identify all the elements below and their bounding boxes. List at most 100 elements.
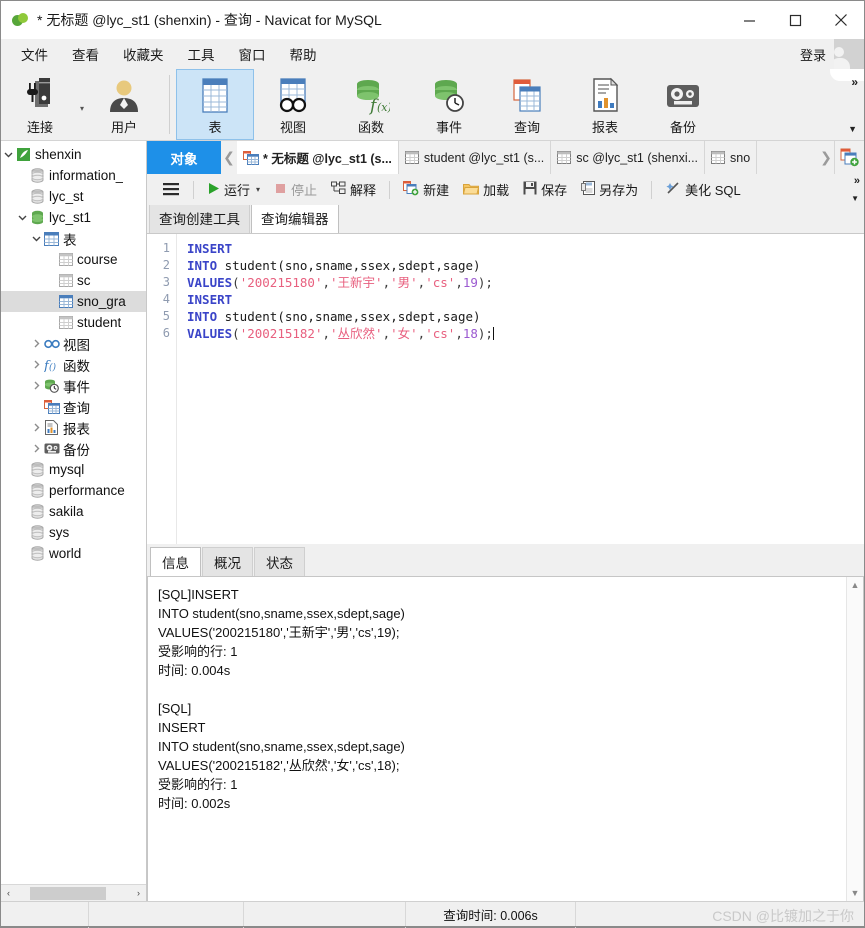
code-token-str: '200215182' [239, 326, 323, 341]
ribbon-button-query[interactable]: 查询 [488, 69, 566, 140]
scroll-right-icon[interactable]: › [131, 888, 146, 898]
ribbon-button-connection[interactable]: 连接 [1, 74, 79, 136]
tree-node-label: 备份 [63, 442, 90, 458]
chevron-double-right-icon[interactable]: » [851, 75, 858, 89]
beautify-sql-button[interactable]: 美化 SQL [658, 178, 748, 201]
ribbon-button-report[interactable]: 报表 [566, 69, 644, 140]
tree-node-sakila[interactable]: sakila [1, 501, 146, 522]
menu-item-view[interactable]: 查看 [60, 41, 111, 67]
code-line: INTO student(sno,sname,ssex,sdept,sage) [187, 308, 864, 325]
tree-node-world[interactable]: world [1, 543, 146, 564]
tree-node-mysql[interactable]: mysql [1, 459, 146, 480]
maximize-icon[interactable] [772, 1, 818, 39]
close-icon[interactable] [818, 1, 864, 39]
chevron-down-icon[interactable] [29, 234, 43, 243]
query-icon [43, 399, 60, 414]
tree-node-student[interactable]: student [1, 312, 146, 333]
tree-node-course[interactable]: course [1, 249, 146, 270]
scroll-left-icon[interactable]: ‹ [1, 888, 16, 898]
tab-status[interactable]: 状态 [254, 547, 305, 576]
tree-node--[interactable]: 报表 [1, 417, 146, 438]
tab-information[interactable]: 信息 [150, 547, 201, 576]
tree-node--[interactable]: 表 [1, 228, 146, 249]
line-number: 6 [162, 326, 170, 340]
beautify-sql-label: 美化 SQL [685, 183, 741, 198]
results-tabs: 信息 概况 状态 [147, 547, 864, 576]
tree-node-lyc_st[interactable]: lyc_st [1, 186, 146, 207]
watermark: CSDN @比镀加之于你 [712, 908, 854, 924]
chevron-down-icon[interactable]: ▾ [80, 104, 84, 113]
minimize-icon[interactable] [726, 1, 772, 39]
tab-query-editor[interactable]: 查询编辑器 [251, 203, 339, 233]
menu-item-window[interactable]: 窗口 [227, 41, 278, 67]
chevron-right-icon[interactable]: ❯ [818, 141, 834, 174]
tree-node--[interactable]: 事件 [1, 375, 146, 396]
ribbon-button-backup[interactable]: 备份 [644, 69, 722, 140]
tree-node-sno_gra[interactable]: sno_gra [1, 291, 146, 312]
database-gray-icon [29, 483, 46, 498]
tree-node-lyc_st1[interactable]: lyc_st1 [1, 207, 146, 228]
chevron-down-icon[interactable] [1, 150, 15, 159]
new-button[interactable]: 新建 [396, 178, 456, 201]
explain-button[interactable]: 解释 [324, 178, 383, 201]
tree-node--[interactable]: 备份 [1, 438, 146, 459]
chevron-right-icon[interactable] [29, 423, 43, 432]
ribbon-button-event[interactable]: 事件 [410, 69, 488, 140]
chevron-down-icon[interactable]: ▼ [851, 888, 860, 898]
ribbon-label-report: 报表 [591, 119, 618, 135]
tree-node--[interactable]: 视图 [1, 333, 146, 354]
explain-label: 解释 [350, 183, 377, 198]
chevron-down-icon[interactable]: ▾ [256, 185, 260, 194]
chevron-down-icon[interactable]: ▼ [848, 124, 857, 134]
tree-node-performance[interactable]: performance [1, 480, 146, 501]
scroll-track[interactable] [16, 884, 131, 902]
sql-code-area[interactable]: INSERT INTO student(sno,sname,ssex,sdept,… [177, 234, 864, 544]
stop-button[interactable]: 停止 [267, 178, 324, 201]
menu-item-tools[interactable]: 工具 [176, 41, 227, 67]
tab-profile[interactable]: 概况 [202, 547, 253, 576]
results-vertical-scrollbar[interactable]: ▲ ▼ [846, 577, 863, 901]
code-token-pun: , [455, 275, 463, 290]
user-avatar-icon[interactable] [834, 39, 864, 69]
tree-node-sys[interactable]: sys [1, 522, 146, 543]
chevron-double-right-icon[interactable]: » [854, 175, 860, 187]
tree-node-information_[interactable]: information_ [1, 165, 146, 186]
ribbon-button-table[interactable]: 表 [176, 69, 254, 140]
document-tab[interactable]: sc @lyc_st1 (shenxi... [550, 141, 706, 174]
tree-node-shenxin[interactable]: shenxin [1, 144, 146, 165]
save-as-button[interactable]: 另存为 [574, 178, 645, 201]
tree-node-label: shenxin [35, 147, 82, 162]
scroll-thumb[interactable] [30, 886, 106, 900]
sql-editor[interactable]: 123456 INSERT INTO student(sno,sname,ssex… [147, 233, 864, 544]
load-button[interactable]: 加载 [456, 178, 516, 201]
tab-query-builder[interactable]: 查询创建工具 [149, 203, 250, 233]
objects-tab[interactable]: 对象 [147, 141, 221, 174]
chevron-down-icon[interactable]: ▼ [851, 194, 859, 203]
run-button[interactable]: 运行 ▾ [200, 178, 267, 201]
chevron-right-icon[interactable] [29, 339, 43, 348]
tree-node-sc[interactable]: sc [1, 270, 146, 291]
menu-item-help[interactable]: 帮助 [278, 41, 329, 67]
new-query-icon[interactable] [834, 141, 864, 174]
document-tab[interactable]: student @lyc_st1 (s... [397, 141, 552, 174]
hamburger-menu-icon[interactable] [155, 180, 187, 199]
tree-node--[interactable]: 查询 [1, 396, 146, 417]
document-tab[interactable]: sno [704, 141, 758, 174]
chevron-right-icon[interactable] [29, 360, 43, 369]
ribbon-button-function[interactable]: f (x) 函数 [332, 69, 410, 140]
chevron-up-icon[interactable]: ▲ [851, 580, 860, 590]
save-button[interactable]: 保存 [516, 178, 574, 201]
chevron-right-icon[interactable] [29, 444, 43, 453]
chevron-left-icon[interactable]: ❮ [221, 141, 237, 174]
chevron-down-icon[interactable] [15, 213, 29, 222]
tree-horizontal-scrollbar[interactable]: ‹ › [1, 884, 146, 902]
ribbon-button-view[interactable]: 视图 [254, 69, 332, 140]
ribbon-button-user[interactable]: 用户 [85, 69, 163, 140]
document-tab[interactable]: * 无标题 @lyc_st1 (s... [237, 141, 399, 174]
tree-node--[interactable]: f() 函数 [1, 354, 146, 375]
menu-item-favorites[interactable]: 收藏夹 [111, 41, 176, 67]
object-tree[interactable]: shenxin information_ lyc_st lyc_st1 表 course s… [1, 141, 146, 884]
login-link[interactable]: 登录 [792, 45, 834, 64]
chevron-right-icon[interactable] [29, 381, 43, 390]
menu-item-file[interactable]: 文件 [9, 41, 60, 67]
